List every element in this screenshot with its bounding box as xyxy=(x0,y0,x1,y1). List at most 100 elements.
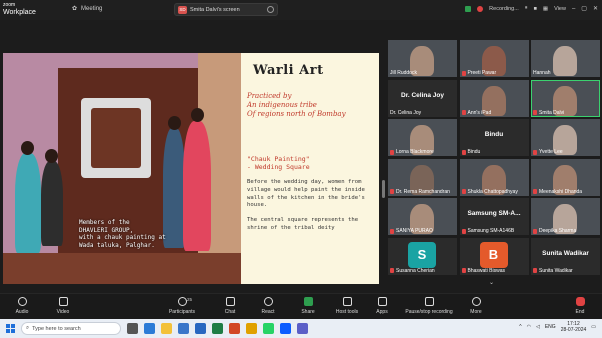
store-icon[interactable] xyxy=(178,323,189,334)
presentation-slide: Members of the DHAVLERI GROUP, with a ch… xyxy=(3,53,379,284)
end-call-icon xyxy=(575,297,585,306)
chevron-up-icon[interactable]: ^ xyxy=(519,324,521,330)
end-button[interactable]: End xyxy=(560,297,600,315)
participant-name: Dr. Rema Ramchandran xyxy=(396,188,450,195)
slide-paragraph: The central square represents the shrine… xyxy=(247,217,359,231)
view-button[interactable]: View xyxy=(554,6,566,12)
host-tools-label: Host tools xyxy=(335,309,359,315)
audio-button[interactable]: Audio xyxy=(2,297,42,315)
minimize-icon[interactable]: – xyxy=(572,6,575,12)
zoom-window: zoom Workplace ✿ Meeting SD Smita Dalvi'… xyxy=(0,0,602,338)
windows-start-icon[interactable] xyxy=(6,324,15,333)
app-brand: zoom Workplace xyxy=(3,2,36,16)
teams-icon[interactable] xyxy=(297,323,308,334)
maximize-icon[interactable]: ▢ xyxy=(581,5,587,12)
recording-status[interactable]: Recording... xyxy=(489,6,519,12)
chrome-icon[interactable] xyxy=(246,323,257,334)
host-tools-button[interactable]: Host tools xyxy=(327,297,367,315)
stop-icon[interactable]: ■ xyxy=(534,6,537,12)
file-explorer-icon[interactable] xyxy=(161,323,172,334)
participant-tile[interactable]: Jill Ruddock xyxy=(388,40,457,77)
participant-tile[interactable]: Ann's iPad xyxy=(459,79,529,117)
participant-tile[interactable]: Lorna Blackmore xyxy=(388,119,457,156)
participant-tile[interactable]: Samsung SM-A... Samsung SM-A146B xyxy=(459,198,529,235)
video-button[interactable]: Video xyxy=(43,297,83,315)
shield-icon[interactable] xyxy=(465,5,472,12)
screen-share-indicator[interactable]: SD Smita Dalvi's screen xyxy=(174,3,278,16)
slide-title: Warli Art xyxy=(253,63,324,78)
participant-tile[interactable]: Meenakshi Dhanda xyxy=(531,158,600,196)
participant-name: Hannah xyxy=(533,70,551,76)
slide-photo: Members of the DHAVLERI GROUP, with a ch… xyxy=(3,53,241,284)
participant-tile[interactable]: S Susanna Cherian xyxy=(388,237,457,275)
shield-icon xyxy=(342,297,352,306)
react-label: React xyxy=(261,309,275,315)
participant-tile[interactable]: SANIYA PURAO xyxy=(388,198,457,235)
meeting-menu[interactable]: ✿ Meeting xyxy=(72,5,103,13)
network-icon[interactable]: ◠ xyxy=(527,324,531,330)
powerpoint-icon[interactable] xyxy=(229,323,240,334)
participant-tile[interactable]: Dr. Rema Ramchandran xyxy=(388,158,457,196)
zoom-icon[interactable] xyxy=(280,323,291,334)
participant-name: Smita Dalvi xyxy=(539,109,565,116)
floor xyxy=(3,253,241,284)
participant-tile[interactable]: Deepika Sharma xyxy=(531,198,600,235)
participant-tile[interactable]: Shukla Chattopadhyay xyxy=(459,158,529,196)
heart-icon xyxy=(263,297,273,306)
avatar: S xyxy=(408,241,436,268)
participant-tile[interactable]: Smita Dalvi xyxy=(531,79,600,117)
person-figure xyxy=(183,121,211,251)
participant-tile[interactable]: Dr. Celina Joy Dr. Celina Joy xyxy=(388,79,457,117)
clock-date: 28-07-2024 xyxy=(560,327,587,333)
participant-tile[interactable]: B Bhaswati Biswas xyxy=(459,237,529,275)
view-options-icon[interactable] xyxy=(267,6,274,13)
share-label: Share xyxy=(301,309,315,315)
chat-button[interactable]: Chat xyxy=(210,297,250,315)
participant-tile[interactable]: Bindu Bindu xyxy=(459,119,529,156)
word-icon[interactable] xyxy=(195,323,206,334)
muted-mic-icon xyxy=(390,149,394,155)
muted-mic-icon xyxy=(533,268,537,273)
participant-tile[interactable]: Sunita Wadikar Sunita Wadikar xyxy=(531,237,600,275)
pause-icon[interactable]: ⏸ xyxy=(525,5,528,12)
clock[interactable]: 17:12 28-07-2024 xyxy=(561,321,587,333)
react-button[interactable]: React xyxy=(248,297,288,315)
participant-name-label: Dr. Celina Joy xyxy=(390,110,421,116)
participant-name: Sunita Wadikar xyxy=(539,267,573,274)
close-icon[interactable]: ✕ xyxy=(593,5,598,12)
grid-icon[interactable]: ▦ xyxy=(543,6,548,12)
whatsapp-icon[interactable] xyxy=(263,323,274,334)
notification-icon[interactable]: ▭ xyxy=(591,324,596,330)
participants-icon xyxy=(177,297,187,306)
person-head xyxy=(21,141,34,155)
edge-icon[interactable] xyxy=(144,323,155,334)
participant-tile[interactable]: Yvette Lee xyxy=(531,119,600,156)
participant-tile[interactable]: Hannah xyxy=(531,40,600,77)
meeting-toolbar: Audio Video 25 Participants Chat React Sh… xyxy=(0,293,602,319)
camera-icon xyxy=(58,297,68,306)
participant-name-label: Smita Dalvi xyxy=(533,110,564,116)
pause-recording-button[interactable]: Pause/stop recording xyxy=(400,297,458,315)
taskbar-search[interactable]: ⌕ Type here to search xyxy=(21,322,121,335)
participant-name-label: Hannah xyxy=(533,70,551,76)
brand-name: Workplace xyxy=(3,9,36,16)
apps-button[interactable]: Apps xyxy=(362,297,402,315)
more-button[interactable]: More xyxy=(456,297,496,315)
panel-resize-handle[interactable] xyxy=(382,180,385,198)
meeting-label: Meeting xyxy=(81,5,103,12)
chevron-down-icon[interactable]: ⌄ xyxy=(489,279,495,286)
language-indicator[interactable]: ENG xyxy=(545,324,556,330)
muted-mic-icon xyxy=(461,110,466,115)
share-screen-icon xyxy=(303,297,313,306)
muted-mic-icon xyxy=(533,189,537,194)
volume-icon[interactable]: ◁ xyxy=(536,324,540,330)
participants-button[interactable]: 25 Participants xyxy=(162,297,202,315)
photo-caption: Members of the DHAVLERI GROUP, with a ch… xyxy=(79,219,166,249)
participants-label: Participants xyxy=(168,309,196,315)
excel-icon[interactable] xyxy=(212,323,223,334)
share-button[interactable]: Share xyxy=(288,297,328,315)
participant-tile[interactable]: Preeti Pawar xyxy=(459,40,529,77)
search-placeholder: Type here to search xyxy=(32,325,81,332)
task-view-icon[interactable] xyxy=(127,323,138,334)
search-icon: ⌕ xyxy=(26,325,30,331)
